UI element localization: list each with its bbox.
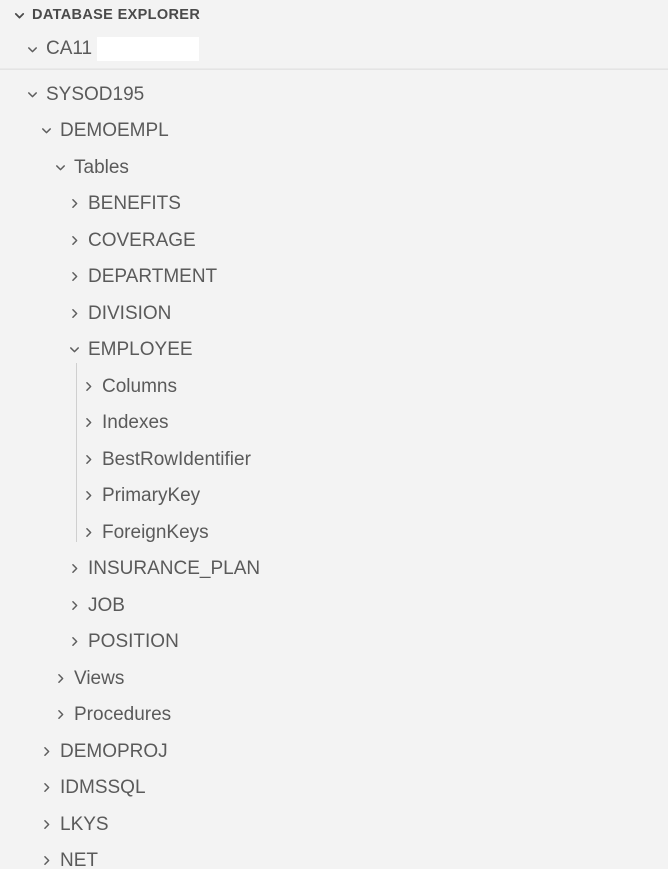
chevron-right-icon[interactable] bbox=[74, 526, 102, 539]
chevron-right-icon[interactable] bbox=[74, 453, 102, 466]
tree-item-label: BENEFITS bbox=[88, 193, 181, 215]
tree-item-label: DEMOPROJ bbox=[60, 740, 168, 762]
tree-item-label: DEPARTMENT bbox=[88, 266, 218, 288]
chevron-down-icon[interactable] bbox=[18, 88, 46, 101]
tree-item-label: INSURANCE_PLAN bbox=[88, 558, 261, 580]
chevron-right-icon[interactable] bbox=[60, 270, 88, 283]
tree-item-demoempl[interactable]: DEMOEMPL bbox=[0, 113, 668, 150]
chevron-right-icon[interactable] bbox=[46, 708, 74, 721]
tree-item-sysod195[interactable]: SYSOD195 bbox=[0, 76, 668, 113]
chevron-right-icon[interactable] bbox=[32, 854, 60, 867]
database-explorer-panel: DATABASE EXPLORER CA11 SYSOD195 DEMOEMPL T… bbox=[0, 0, 668, 869]
tree-item-bestrowidentifier[interactable]: BestRowIdentifier bbox=[0, 441, 668, 478]
tree-item-employee[interactable]: EMPLOYEE bbox=[0, 332, 668, 369]
chevron-right-icon[interactable] bbox=[32, 818, 60, 831]
chevron-down-icon[interactable] bbox=[32, 124, 60, 137]
chevron-right-icon[interactable] bbox=[46, 672, 74, 685]
tree-item-label: SYSOD195 bbox=[46, 83, 145, 105]
tree-item-label: JOB bbox=[88, 594, 125, 616]
tree-item-net[interactable]: NET bbox=[0, 843, 668, 869]
tree-item-label: NET bbox=[60, 850, 98, 869]
tree-item-label: ForeignKeys bbox=[102, 521, 209, 543]
chevron-right-icon[interactable] bbox=[74, 489, 102, 502]
tree-item-label: POSITION bbox=[88, 631, 179, 653]
tree-item-idmssql[interactable]: IDMSSQL bbox=[0, 770, 668, 807]
tree-item-label: EMPLOYEE bbox=[88, 339, 193, 361]
tree-item-division[interactable]: DIVISION bbox=[0, 295, 668, 332]
tree-item-procedures[interactable]: Procedures bbox=[0, 697, 668, 734]
tree-item-label: DEMOEMPL bbox=[60, 120, 169, 142]
tree-item-columns[interactable]: Columns bbox=[0, 368, 668, 405]
tree-item-benefits[interactable]: BENEFITS bbox=[0, 186, 668, 223]
chevron-right-icon[interactable] bbox=[60, 635, 88, 648]
chevron-down-icon[interactable] bbox=[18, 43, 46, 56]
tree-item-lkys[interactable]: LKYS bbox=[0, 806, 668, 843]
tree-item-tables[interactable]: Tables bbox=[0, 149, 668, 186]
chevron-right-icon[interactable] bbox=[60, 562, 88, 575]
tree-item-views[interactable]: Views bbox=[0, 660, 668, 697]
chevron-down-icon[interactable] bbox=[6, 9, 32, 22]
tree-item-coverage[interactable]: COVERAGE bbox=[0, 222, 668, 259]
database-tree: SYSOD195 DEMOEMPL Tables BENEFITS COVERAGE DE… bbox=[0, 70, 668, 869]
tree-item-label: PrimaryKey bbox=[102, 485, 201, 507]
chevron-down-icon[interactable] bbox=[60, 343, 88, 356]
tree-item-demoproj[interactable]: DEMOPROJ bbox=[0, 733, 668, 770]
tree-item-label: COVERAGE bbox=[88, 229, 196, 251]
chevron-right-icon[interactable] bbox=[60, 234, 88, 247]
tree-item-indexes[interactable]: Indexes bbox=[0, 405, 668, 442]
tree-item-position[interactable]: POSITION bbox=[0, 624, 668, 661]
tree-item-label: Views bbox=[74, 667, 125, 689]
panel-header[interactable]: DATABASE EXPLORER bbox=[0, 0, 668, 30]
chevron-right-icon[interactable] bbox=[60, 197, 88, 210]
tree-item-label: Procedures bbox=[74, 704, 172, 726]
page-title: DATABASE EXPLORER bbox=[32, 7, 201, 23]
tree-item-insurance-plan[interactable]: INSURANCE_PLAN bbox=[0, 551, 668, 588]
chevron-right-icon[interactable] bbox=[74, 416, 102, 429]
tree-item-primarykey[interactable]: PrimaryKey bbox=[0, 478, 668, 515]
chevron-right-icon[interactable] bbox=[32, 745, 60, 758]
chevron-right-icon[interactable] bbox=[60, 599, 88, 612]
tree-item-department[interactable]: DEPARTMENT bbox=[0, 259, 668, 296]
tree-item-label: Indexes bbox=[102, 412, 169, 434]
tree-item-foreignkeys[interactable]: ForeignKeys bbox=[0, 514, 668, 551]
tree-item-label: Columns bbox=[102, 375, 177, 397]
tree-item-label: Tables bbox=[74, 156, 129, 178]
tree-item-label: IDMSSQL bbox=[60, 777, 146, 799]
tree-indent-guide bbox=[76, 363, 77, 542]
tree-item-label: CA11 bbox=[46, 38, 93, 59]
tree-item-label: DIVISION bbox=[88, 302, 172, 324]
tree-item-job[interactable]: JOB bbox=[0, 587, 668, 624]
chevron-right-icon[interactable] bbox=[74, 380, 102, 393]
chevron-right-icon[interactable] bbox=[32, 781, 60, 794]
chevron-down-icon[interactable] bbox=[46, 161, 74, 174]
chevron-right-icon[interactable] bbox=[60, 307, 88, 320]
tree-item-ca11[interactable]: CA11 bbox=[0, 30, 668, 68]
redacted-value-box bbox=[97, 37, 200, 61]
tree-item-label: LKYS bbox=[60, 813, 109, 835]
tree-item-label: BestRowIdentifier bbox=[102, 448, 251, 470]
